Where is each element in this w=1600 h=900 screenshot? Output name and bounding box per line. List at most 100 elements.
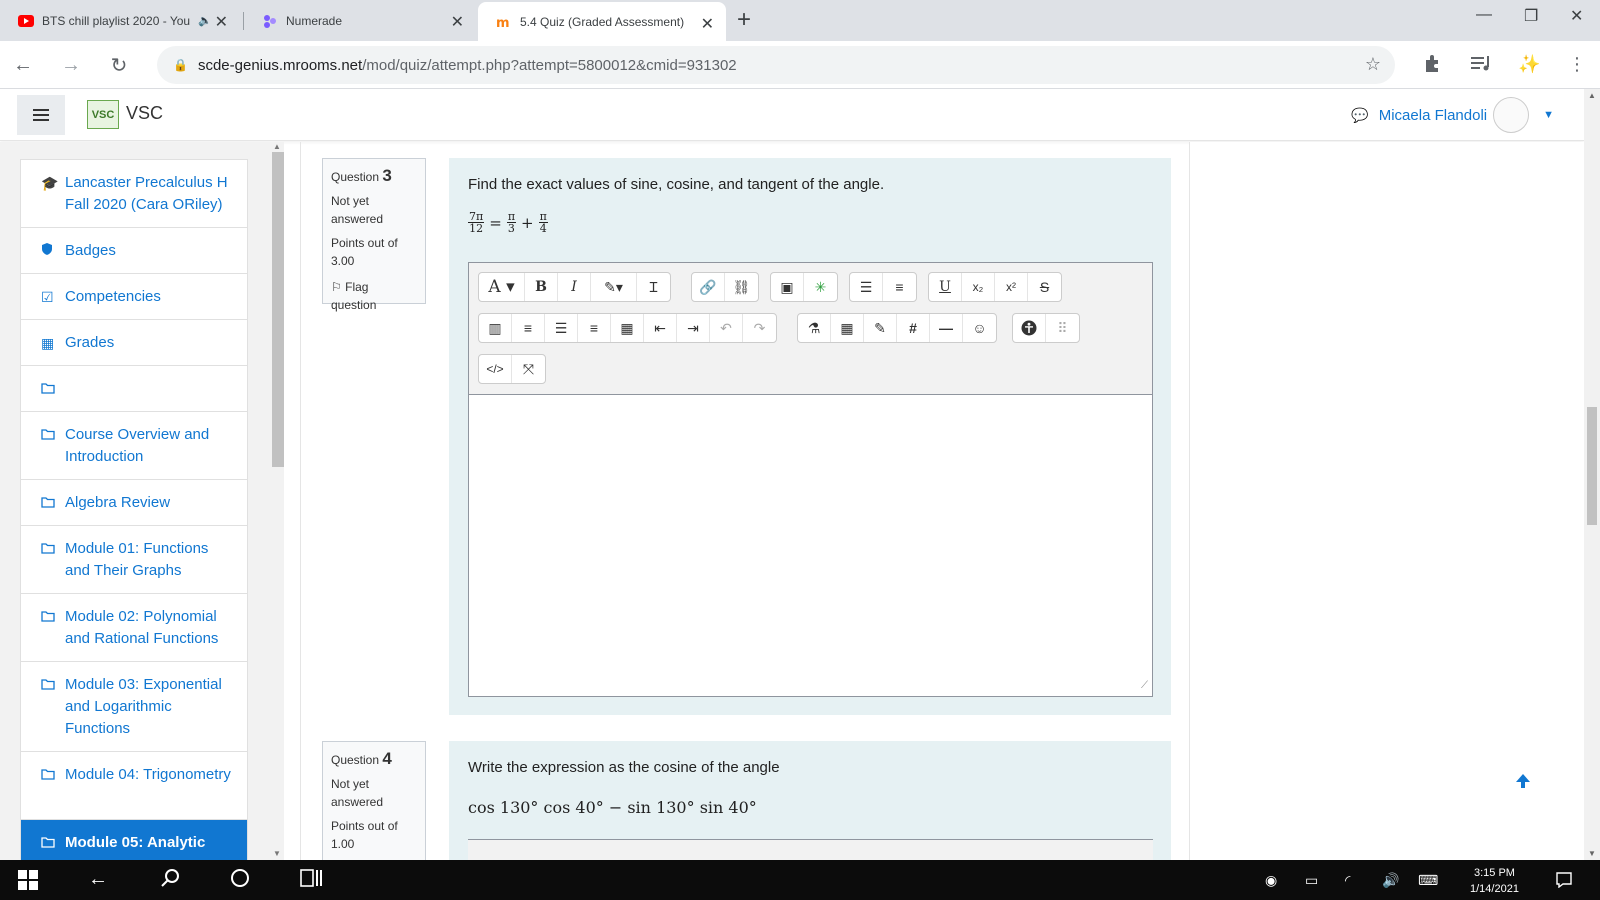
html-icon[interactable]: </> [479, 355, 512, 383]
keyboard-icon[interactable]: ⌨ [1418, 872, 1438, 889]
camera-icon[interactable]: ◉ [1265, 872, 1277, 889]
columns-icon[interactable]: ▥ [479, 314, 512, 342]
page-scroll-thumb[interactable] [1587, 407, 1597, 525]
speaker-icon[interactable]: 🔈 [198, 14, 212, 27]
bookmark-star-icon[interactable]: ☆ [1365, 54, 1381, 75]
align-right-icon[interactable]: ≡ [578, 314, 611, 342]
back-arrow-icon[interactable]: ← [88, 868, 108, 891]
horizontal-rule-icon[interactable]: — [930, 314, 963, 342]
sidebar-item-course[interactable]: 🎓 Lancaster Precalculus H Fall 2020 (Car… [20, 159, 248, 227]
back-button[interactable]: ← [8, 50, 38, 80]
equation-icon[interactable]: ⚗ [798, 314, 831, 342]
tab-quiz[interactable]: m 5.4 Quiz (Graded Assessment) ✕ [478, 2, 726, 41]
emoji-icon[interactable]: ☺ [963, 314, 996, 342]
messages-icon[interactable]: 💬 [1351, 107, 1368, 124]
accessibility-icon[interactable] [1013, 314, 1046, 342]
italic-icon[interactable]: I [558, 273, 591, 301]
bullet-list-icon[interactable]: ☰ [850, 273, 883, 301]
media-icon[interactable]: ✳ [804, 273, 837, 301]
windows-start-icon[interactable] [18, 870, 38, 896]
answer-textarea[interactable]: ⟋ [469, 395, 1152, 695]
user-menu[interactable]: 💬 Micaela Flandoli ▼ [1351, 97, 1554, 133]
resize-handle-icon[interactable]: ⟋ [1141, 680, 1148, 691]
sidebar-item-badges[interactable]: Badges [20, 227, 248, 273]
sidebar-item-algebra-review[interactable]: Algebra Review [20, 479, 248, 525]
sidebar-item-overview[interactable]: Course Overview and Introduction [20, 411, 248, 479]
sidebar-item-module-04[interactable]: Module 04: Trigonometry [20, 751, 248, 819]
text-color-icon[interactable]: ✎▾ [591, 273, 637, 301]
cortana-icon[interactable] [230, 868, 250, 894]
task-view-icon[interactable] [300, 868, 322, 894]
chevron-down-icon[interactable]: ▼ [1543, 109, 1554, 121]
restore-button[interactable]: ❐ [1524, 6, 1538, 26]
numbered-list-icon[interactable]: ≡ [883, 273, 916, 301]
align-center-icon[interactable]: ☰ [545, 314, 578, 342]
scroll-up-icon[interactable]: ▲ [1588, 91, 1596, 100]
hash-icon[interactable]: # [897, 314, 930, 342]
sidebar-item-module-02[interactable]: Module 02: Polynomial and Rational Funct… [20, 593, 248, 661]
address-bar[interactable]: 🔒 scde-genius.mrooms.net/mod/quiz/attemp… [157, 46, 1395, 84]
image-icon[interactable]: ▣ [771, 273, 804, 301]
edit-icon[interactable]: ✎ [864, 314, 897, 342]
site-name[interactable]: VSC [126, 103, 163, 124]
close-tab-icon[interactable]: ✕ [451, 12, 464, 32]
unlink-icon[interactable]: ⛓ [725, 273, 758, 301]
redo-icon[interactable]: ↷ [743, 314, 776, 342]
underline-icon[interactable]: U [929, 273, 962, 301]
media-control-icon[interactable] [1470, 54, 1492, 77]
tab-numerade[interactable]: Numerade ✕ [244, 0, 476, 41]
bold-icon[interactable]: B [525, 273, 558, 301]
scroll-down-icon[interactable]: ▼ [273, 849, 281, 858]
search-icon[interactable] [160, 868, 180, 894]
close-tab-icon[interactable]: ✕ [701, 14, 714, 34]
sidebar-item-module-01[interactable]: Module 01: Functions and Their Graphs [20, 525, 248, 593]
scroll-up-icon[interactable]: ▲ [273, 142, 281, 151]
close-tab-icon[interactable]: ✕ [215, 12, 228, 32]
calculator-icon[interactable]: ▦ [831, 314, 864, 342]
flag-question-link[interactable]: ⚐ Flag question [331, 278, 417, 314]
sparkle-extension-icon[interactable]: ✨ [1518, 54, 1540, 75]
drawer-scrollbar[interactable]: ▲ ▼ [270, 142, 284, 860]
back-to-top-button[interactable] [1503, 761, 1543, 801]
battery-icon[interactable]: ▭ [1305, 872, 1318, 889]
avatar[interactable] [1493, 97, 1530, 133]
strikethrough-icon[interactable]: S [1028, 273, 1061, 301]
minimize-button[interactable]: — [1476, 6, 1492, 24]
menu-kebab-icon[interactable]: ⋮ [1568, 54, 1586, 75]
extensions-icon[interactable] [1422, 54, 1442, 79]
sidebar-item-module-03[interactable]: Module 03: Exponential and Logarithmic F… [20, 661, 248, 751]
outdent-icon[interactable]: ⇤ [644, 314, 677, 342]
notifications-icon[interactable] [1556, 872, 1572, 891]
lock-icon[interactable]: 🔒 [173, 58, 188, 72]
table-icon[interactable]: ▦ [611, 314, 644, 342]
site-logo[interactable]: VSC [87, 100, 119, 129]
scroll-down-icon[interactable]: ▼ [1588, 849, 1596, 858]
indent-icon[interactable]: ⇥ [677, 314, 710, 342]
page-scrollbar[interactable]: ▲ ▼ [1584, 89, 1600, 860]
reload-button[interactable]: ↻ [104, 50, 134, 80]
sidebar-item-grades[interactable]: ▦ Grades [20, 319, 248, 365]
fullscreen-icon[interactable]: ⤧ [512, 355, 545, 383]
drawer-toggle-button[interactable] [17, 95, 65, 135]
wifi-icon[interactable]: ◜ [1345, 872, 1350, 889]
undo-icon[interactable]: ↶ [710, 314, 743, 342]
clear-format-icon[interactable]: Ɪ [637, 273, 670, 301]
forward-button[interactable]: → [56, 50, 86, 80]
tab-youtube[interactable]: BTS chill playlist 2020 - You 🔈 ✕ [0, 0, 240, 41]
sidebar-item-folder[interactable] [20, 365, 248, 411]
new-tab-button[interactable]: + [737, 6, 751, 34]
subscript-icon[interactable]: x₂ [962, 273, 995, 301]
screenreader-icon[interactable]: ⠿ [1046, 314, 1079, 342]
answer-editor[interactable] [468, 839, 1153, 860]
sidebar-item-competencies[interactable]: ☑ Competencies [20, 273, 248, 319]
align-left-icon[interactable]: ≡ [512, 314, 545, 342]
link-icon[interactable]: 🔗 [692, 273, 725, 301]
volume-icon[interactable]: 🔊 [1382, 872, 1399, 889]
font-size-icon[interactable]: A ▾ [479, 273, 525, 301]
drawer-scroll-thumb[interactable] [272, 152, 284, 467]
taskbar-clock[interactable]: 3:15 PM 1/14/2021 [1470, 865, 1519, 897]
superscript-icon[interactable]: x² [995, 273, 1028, 301]
sidebar-item-module-05[interactable]: Module 05: Analytic [20, 819, 248, 860]
close-window-button[interactable]: ✕ [1570, 6, 1583, 26]
user-name[interactable]: Micaela Flandoli [1379, 107, 1487, 124]
